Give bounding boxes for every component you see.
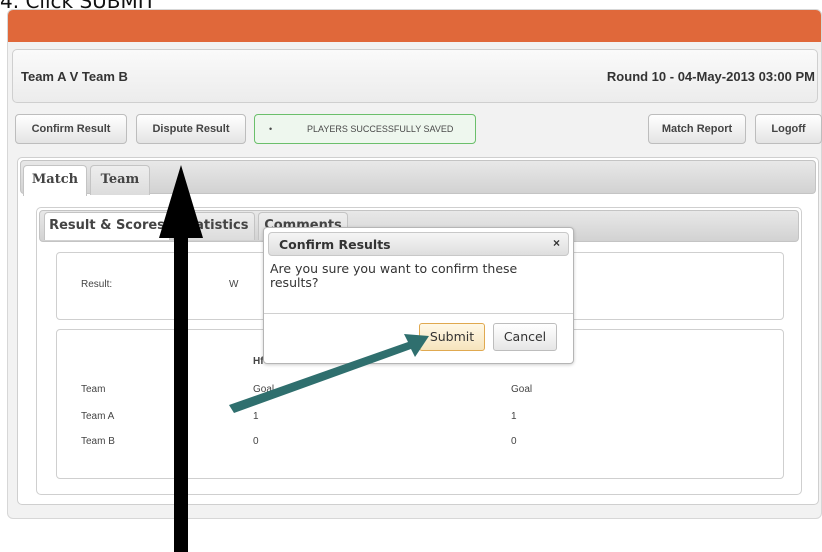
round-info: Round 10 - 04-May-2013 03:00 PM [606,69,815,84]
logoff-button[interactable]: Logoff [755,114,822,144]
score-row-label: Team A [81,411,115,422]
top-banner [8,10,821,42]
dialog-divider [264,313,573,314]
submit-button[interactable]: Submit [419,323,485,351]
score-row-home: Goal [253,384,275,395]
match-header: Team A V Team B Round 10 - 04-May-2013 0… [12,49,818,103]
score-row-label: Team [81,384,106,395]
notice-text: PLAYERS SUCCESSFULLY SAVED [307,124,454,134]
match-title: Team A V Team B [21,69,128,84]
score-row-away: 1 [511,411,517,422]
tab-team[interactable]: Team [90,165,150,195]
dialog-message: Are you sure you want to confirm these r… [270,261,518,290]
home-column-header: Hf [253,356,264,367]
tab-statistics[interactable]: Statistics [173,212,255,240]
dialog-titlebar: Confirm Results × [268,232,569,256]
score-row-home: 1 [253,411,259,422]
score-row-away: Goal [511,384,533,395]
result-label: Result: [81,279,113,290]
result-value: W [229,279,239,290]
dispute-result-button[interactable]: Dispute Result [136,114,246,144]
dialog-title: Confirm Results [279,237,391,252]
match-report-button[interactable]: Match Report [648,114,746,144]
score-row-away: 0 [511,436,517,447]
notice-bullet: • [269,124,273,134]
cancel-button[interactable]: Cancel [493,323,557,351]
confirm-results-dialog: Confirm Results × Are you sure you want … [263,227,574,364]
score-row-home: 0 [253,436,259,447]
close-icon[interactable]: × [553,236,560,250]
tab-match[interactable]: Match [23,165,87,196]
status-notice: • PLAYERS SUCCESSFULLY SAVED [254,114,476,144]
confirm-result-button[interactable]: Confirm Result [15,114,127,144]
tab-result-scores[interactable]: Result & Scores [44,212,170,240]
score-row-label: Team B [81,436,115,447]
